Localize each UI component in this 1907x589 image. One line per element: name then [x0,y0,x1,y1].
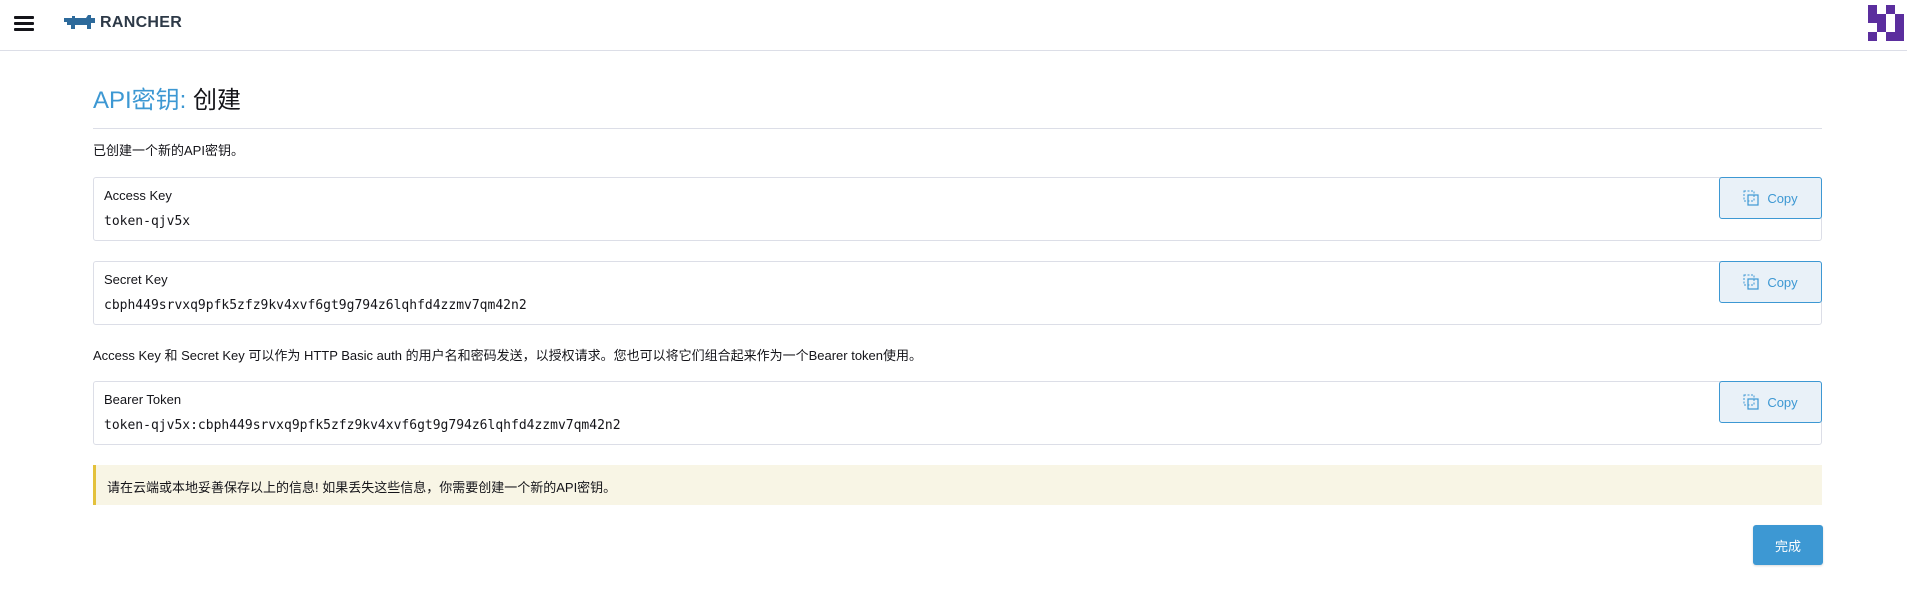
copy-icon [1743,394,1759,410]
bearer-token-value[interactable]: token-qjv5x:cbph449srvxq9pfk5zfz9kv4xvf6… [104,418,621,433]
bearer-token-label: Bearer Token [104,392,182,407]
copy-icon [1743,190,1759,206]
rancher-logo[interactable]: RANCHER [62,12,182,34]
secret-key-value[interactable]: cbph449srvxq9pfk5zfz9kv4xvf6gt9g794z6lqh… [104,298,527,313]
warning-banner: 请在云端或本地妥善保存以上的信息! 如果丢失这些信息，你需要创建一个新的API密… [93,465,1822,505]
access-key-label: Access Key [104,188,172,203]
secret-key-copy-button[interactable]: Copy [1719,261,1822,303]
bearer-token-box: Bearer Token token-qjv5x:cbph449srvxq9pf… [93,381,1822,445]
rancher-cow-icon [64,15,95,29]
page-title-prefix: API密钥: [93,87,187,114]
copy-label: Copy [1767,190,1798,206]
page-title: API密钥: 创建 [93,80,241,115]
access-key-copy-button[interactable]: Copy [1719,177,1822,219]
user-avatar-icon[interactable] [1868,5,1904,41]
secret-key-box: Secret Key cbph449srvxq9pfk5zfz9kv4xvf6g… [93,261,1822,325]
logo-text: RANCHER [100,14,183,31]
title-divider [93,128,1822,129]
secret-key-label: Secret Key [104,272,168,287]
top-header: RANCHER [0,0,1907,51]
warning-text: 请在云端或本地妥善保存以上的信息! 如果丢失这些信息，你需要创建一个新的API密… [107,480,617,495]
bearer-token-copy-button[interactable]: Copy [1719,381,1822,423]
copy-label: Copy [1767,394,1798,410]
done-button[interactable]: 完成 [1753,525,1823,565]
copy-icon [1743,274,1759,290]
auth-info-text: Access Key 和 Secret Key 可以作为 HTTP Basic … [93,348,923,363]
page-title-suffix: 创建 [193,87,242,114]
created-message: 已创建一个新的API密钥。 [93,143,244,158]
hamburger-menu-icon[interactable] [14,14,34,32]
access-key-box: Access Key token-qjv5x Copy [93,177,1822,241]
copy-label: Copy [1767,274,1798,290]
access-key-value[interactable]: token-qjv5x [104,214,190,229]
